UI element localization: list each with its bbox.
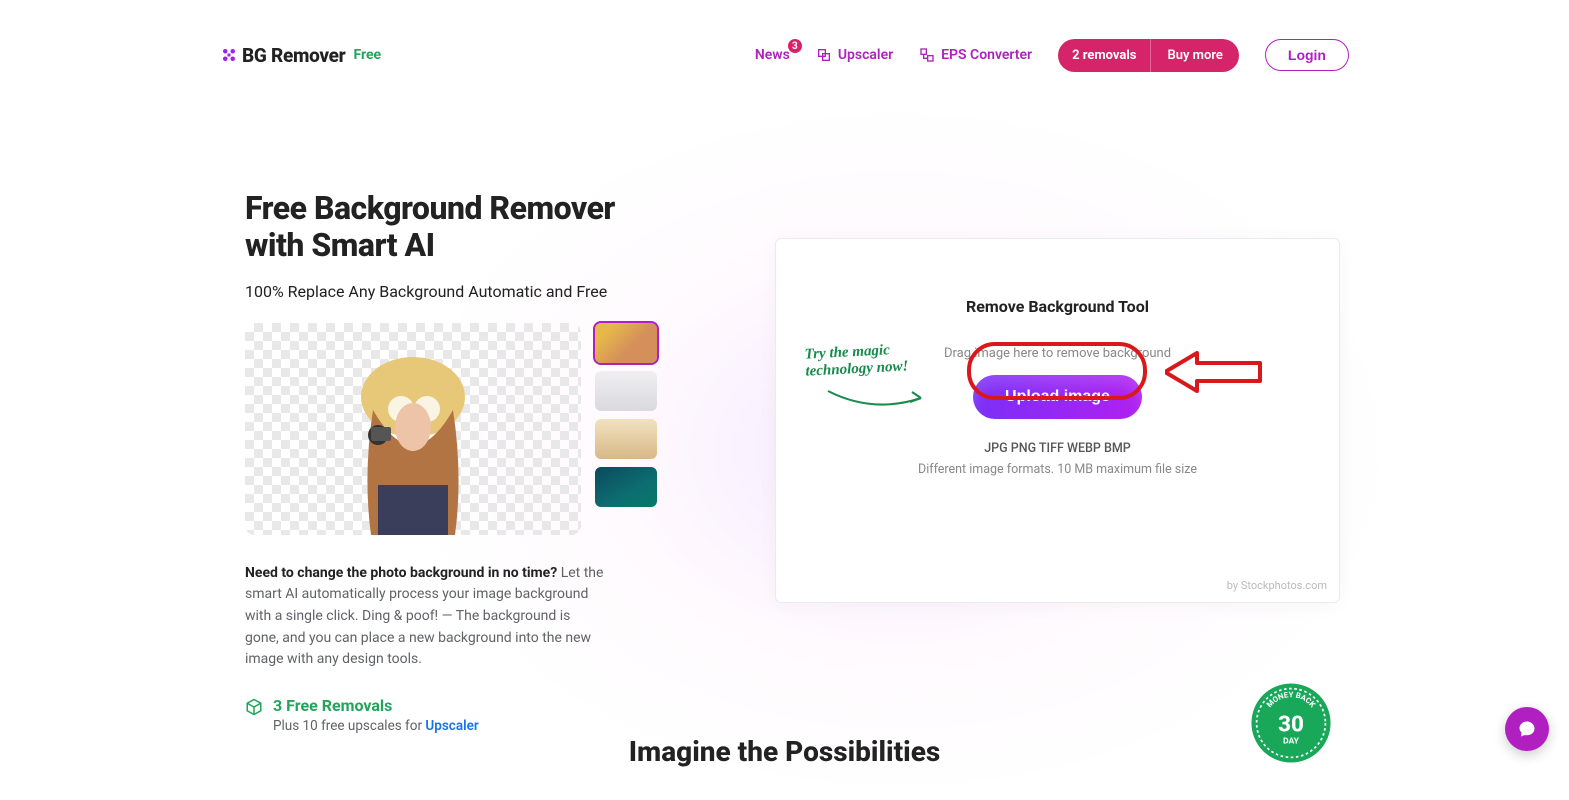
upload-card: Remove Background Tool Drag image here t… xyxy=(775,238,1340,603)
nav: News 3 Upscaler EPS Converter 2 removals… xyxy=(755,39,1349,72)
free-removals: 3 Free Removals Plus 10 free upscales fo… xyxy=(245,696,675,734)
nav-upscaler[interactable]: Upscaler xyxy=(816,47,893,63)
nav-news-label: News xyxy=(755,47,790,63)
brand-free-tag: Free xyxy=(353,47,381,63)
supported-formats: JPG PNG TIFF WEBP BMP xyxy=(984,441,1131,456)
removals-pill: 2 removals Buy more xyxy=(1058,39,1239,72)
hero-title: Free Background Remover with Smart AI xyxy=(245,190,675,264)
upload-image-button[interactable]: Upload image xyxy=(973,375,1142,419)
hero-title-l1: Free Background Remover xyxy=(245,189,615,227)
eps-icon xyxy=(919,47,935,63)
nav-eps[interactable]: EPS Converter xyxy=(919,47,1032,63)
free-removals-sub: Plus 10 free upscales for Upscaler xyxy=(273,718,479,734)
thumbnail-2[interactable] xyxy=(595,371,657,411)
thumbnail-4[interactable] xyxy=(595,467,657,507)
login-button[interactable]: Login xyxy=(1265,39,1349,71)
nav-eps-label: EPS Converter xyxy=(941,47,1032,63)
main: Free Background Remover with Smart AI 10… xyxy=(0,80,1569,734)
upload-column: Remove Background Tool Drag image here t… xyxy=(735,190,1349,734)
sample-row xyxy=(245,323,675,535)
hero-title-l2: with Smart AI xyxy=(245,226,435,264)
upscaler-link[interactable]: Upscaler xyxy=(425,718,478,734)
brand-icon xyxy=(220,46,238,64)
buy-more-button[interactable]: Buy more xyxy=(1151,39,1238,72)
free-removals-title: 3 Free Removals xyxy=(273,696,479,715)
size-hint: Different image formats. 10 MB maximum f… xyxy=(918,462,1197,477)
sample-preview xyxy=(245,323,581,535)
removals-count: 2 removals xyxy=(1058,39,1151,72)
header: BG Remover Free News 3 Upscaler EPS Conv… xyxy=(0,0,1569,80)
brand-logo[interactable]: BG Remover Free xyxy=(220,44,381,67)
hero-subtitle: 100% Replace Any Background Automatic an… xyxy=(245,282,675,301)
hero-column: Free Background Remover with Smart AI 10… xyxy=(245,190,675,734)
person-cutout xyxy=(323,335,503,535)
byline: by Stockphotos.com xyxy=(1227,579,1327,592)
thumbnail-1[interactable] xyxy=(595,323,657,363)
card-hint: Drag image here to remove background xyxy=(944,346,1171,361)
upscaler-icon xyxy=(816,47,832,63)
desc-strong: Need to change the photo background in n… xyxy=(245,565,557,581)
thumbnail-3[interactable] xyxy=(595,419,657,459)
nav-upscaler-label: Upscaler xyxy=(838,47,893,63)
free-sub-prefix: Plus 10 free upscales for xyxy=(273,718,425,734)
news-badge: 3 xyxy=(788,39,802,53)
package-icon xyxy=(245,698,263,716)
brand-name: BG Remover xyxy=(242,44,345,67)
svg-text:DAY: DAY xyxy=(1283,737,1300,747)
nav-news[interactable]: News 3 xyxy=(755,47,790,63)
hero-description: Need to change the photo background in n… xyxy=(245,563,605,671)
thumbnail-list xyxy=(595,323,657,535)
card-title: Remove Background Tool xyxy=(966,297,1149,316)
